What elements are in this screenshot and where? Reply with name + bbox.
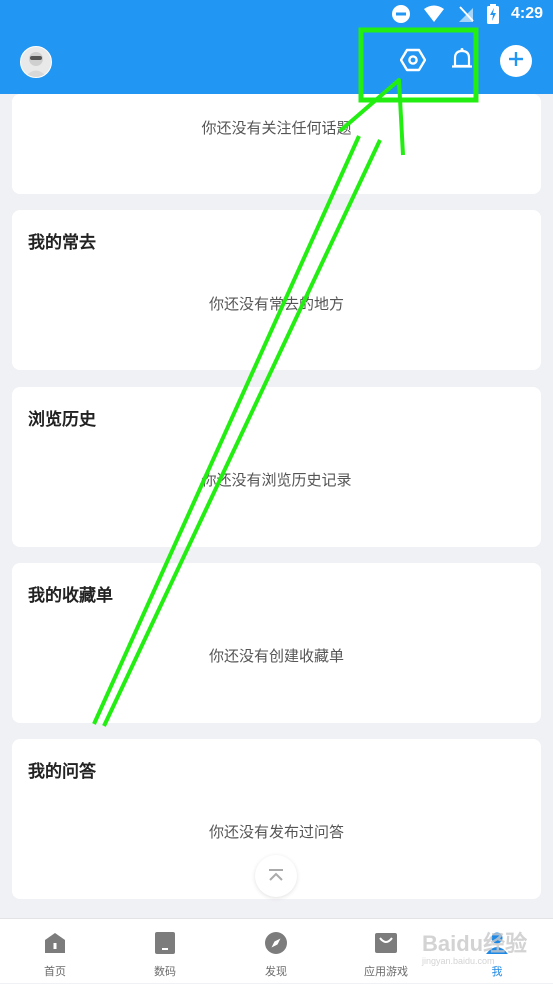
plus-icon xyxy=(508,51,524,71)
scroll-to-top-button[interactable] xyxy=(255,855,297,897)
device-icon xyxy=(153,931,177,955)
card-frequent-places: 我的常去 你还没有常去的地方 xyxy=(12,210,541,370)
card-title[interactable]: 我的收藏单 xyxy=(28,581,113,606)
card-title[interactable]: 浏览历史 xyxy=(28,405,96,430)
tab-label: 首页 xyxy=(44,965,66,978)
chevron-up-icon xyxy=(267,867,285,886)
avatar[interactable] xyxy=(20,46,52,78)
tab-discover[interactable]: 发现 xyxy=(221,919,331,984)
empty-collections-text: 你还没有创建收藏单 xyxy=(208,647,344,665)
status-bar: 4:29 xyxy=(0,0,553,32)
app-bar xyxy=(0,32,553,94)
empty-qa-text: 你还没有发布过问答 xyxy=(208,823,344,841)
settings-icon xyxy=(399,47,427,77)
wifi-icon xyxy=(423,5,445,23)
add-button[interactable] xyxy=(500,45,532,77)
tab-home[interactable]: 首页 xyxy=(0,919,110,984)
battery-icon xyxy=(486,4,499,24)
card-followed-topics: 你还没有关注任何话题 xyxy=(12,94,541,194)
empty-places-text: 你还没有常去的地方 xyxy=(208,295,344,313)
card-browse-history: 浏览历史 你还没有浏览历史记录 xyxy=(12,387,541,547)
empty-topics-text: 你还没有关注任何话题 xyxy=(201,119,352,137)
tab-label: 数码 xyxy=(154,965,176,978)
card-title[interactable]: 我的常去 xyxy=(28,228,96,253)
home-icon xyxy=(43,931,67,955)
empty-history-text: 你还没有浏览历史记录 xyxy=(201,471,352,489)
settings-button[interactable] xyxy=(395,44,431,80)
compass-icon xyxy=(264,931,288,955)
bell-icon xyxy=(450,47,474,77)
tab-digital[interactable]: 数码 xyxy=(110,919,220,984)
notification-button[interactable] xyxy=(444,44,480,80)
tab-label: 发现 xyxy=(265,965,287,978)
watermark: Baidu经验 jingyan.baidu.com xyxy=(422,926,527,966)
bag-icon xyxy=(374,931,398,955)
watermark-text: Baidu经验 xyxy=(422,931,528,956)
card-title[interactable]: 我的问答 xyxy=(28,757,96,782)
card-collections: 我的收藏单 你还没有创建收藏单 xyxy=(12,563,541,723)
no-signal-icon xyxy=(457,5,475,23)
status-time: 4:29 xyxy=(510,5,543,22)
do-not-disturb-icon xyxy=(391,4,411,24)
